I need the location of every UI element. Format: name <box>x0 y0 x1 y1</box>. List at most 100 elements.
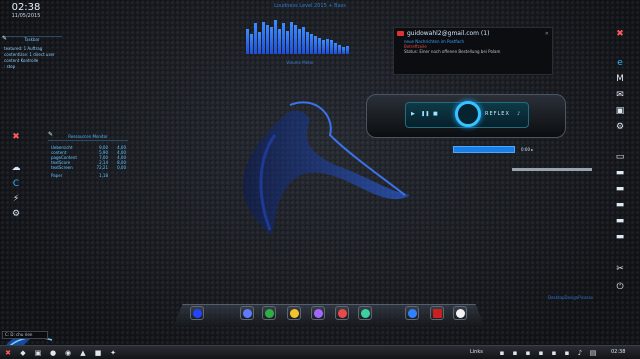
tray-icon[interactable]: ▪ <box>497 348 507 357</box>
red-app-icon[interactable] <box>430 306 444 320</box>
pin-icon[interactable]: ✎ <box>2 35 8 42</box>
folder-icon[interactable]: ▬ <box>613 230 627 244</box>
tray-icon[interactable]: ▪ <box>562 348 572 357</box>
visualizer-bar <box>290 22 293 54</box>
ie-icon[interactable]: e <box>613 56 627 70</box>
photo-icon[interactable]: ▣ <box>613 104 627 118</box>
note-line: : step <box>4 64 16 69</box>
visualizer-bar <box>270 27 273 54</box>
visualizer-bar <box>298 29 301 54</box>
mail-account[interactable]: guidowahl2@gmail.com (1) <box>407 30 489 37</box>
taskbar-app-icon[interactable]: ◉ <box>63 348 73 357</box>
visualizer-bar <box>310 34 313 54</box>
player-brand: REFLEX <box>485 111 510 117</box>
links-toolbar[interactable]: Links <box>470 349 483 355</box>
cloud-icon[interactable] <box>405 306 419 320</box>
taskbar-app-icon[interactable]: ● <box>48 348 58 357</box>
play-icon[interactable]: ▶ <box>411 111 415 117</box>
blue-orb-icon[interactable] <box>190 306 204 320</box>
folder-icon[interactable] <box>287 306 301 320</box>
visualizer-bar <box>322 40 325 54</box>
start-button[interactable]: ✖ <box>3 348 13 357</box>
gmail-icon <box>397 31 404 36</box>
visualizer-bar <box>250 34 253 54</box>
tray-icon[interactable]: ▪ <box>510 348 520 357</box>
pause-icon[interactable]: ❚❚ <box>421 111 429 117</box>
taskbar-time[interactable]: 02:38 <box>611 349 625 355</box>
visualizer-bar <box>266 25 269 54</box>
desktop-clock: 02:38 11/05/2015 <box>4 2 48 19</box>
visualizer-subtitle: Volume Meter <box>286 60 314 65</box>
cloud-icon[interactable]: ☁ <box>9 161 23 175</box>
monitor-icon[interactable]: ▭ <box>613 150 627 164</box>
stats-title: Ressourcen Monitor <box>48 134 128 141</box>
visualizer-bar <box>302 27 305 54</box>
stats-row: textScreen 72,21 0,00 <box>51 165 126 170</box>
volume-icon[interactable]: ♪ <box>517 111 520 117</box>
gmail-icon[interactable]: M <box>613 72 627 86</box>
playback-progress[interactable] <box>453 146 515 153</box>
taskbar-app-icon[interactable]: ◆ <box>18 348 28 357</box>
folder-icon[interactable]: ▬ <box>613 166 627 180</box>
clock-time: 02:38 <box>11 2 41 13</box>
visualizer-bar <box>330 40 333 54</box>
visualizer-bar <box>274 20 277 54</box>
app-icon[interactable] <box>358 306 372 320</box>
tray-icon[interactable]: ▪ <box>523 348 533 357</box>
c-circle-icon[interactable]: C <box>9 177 23 191</box>
stop-icon[interactable]: ■ <box>433 111 438 117</box>
taskbar-app-icon[interactable]: ✦ <box>108 348 118 357</box>
folder-icon[interactable]: ▬ <box>613 198 627 212</box>
visualizer-bar <box>286 31 289 54</box>
tray-icon[interactable]: ▪ <box>549 348 559 357</box>
drive-search-box[interactable]: C: D: chu rien <box>2 331 48 339</box>
watermark-text: DesktopDesignPicasso <box>548 295 594 300</box>
visualizer-bar <box>342 47 345 54</box>
divider <box>512 168 592 171</box>
volume-icon[interactable]: ♪ <box>575 348 585 357</box>
visualizer-bar <box>282 23 285 54</box>
mail-icon[interactable]: ✉ <box>613 88 627 102</box>
lightning-icon[interactable]: ⚡ <box>9 192 23 206</box>
panda-icon[interactable] <box>453 306 467 320</box>
task-note-panel: Taskbar textured: 1 Auftrag contentUse: … <box>2 36 62 76</box>
app-icon[interactable] <box>335 306 349 320</box>
play-ring-button[interactable] <box>455 101 481 127</box>
stats-footer: Paper 1,18 <box>51 173 108 178</box>
audio-visualizer <box>246 18 350 54</box>
clock-icon[interactable] <box>240 306 254 320</box>
close-icon[interactable]: ✕ <box>545 31 549 37</box>
tray-icon[interactable]: ▪ <box>536 348 546 357</box>
taskbar-app-icon[interactable]: ■ <box>93 348 103 357</box>
visualizer-bar <box>258 32 261 54</box>
visualizer-bar <box>262 22 265 54</box>
taskbar-app-icon[interactable]: ▣ <box>33 348 43 357</box>
folder-icon[interactable]: ▬ <box>613 182 627 196</box>
folder-icon[interactable]: ▬ <box>613 214 627 228</box>
orb-icon[interactable]: ✖ <box>613 27 627 41</box>
visualizer-bar <box>306 32 309 54</box>
visualizer-bar <box>246 29 249 54</box>
settings-icon[interactable]: ⚙ <box>9 207 23 221</box>
visualizer-bar <box>294 25 297 54</box>
visualizer-bar <box>278 29 281 54</box>
gmail-notifier-panel[interactable]: guidowahl2@gmail.com (1) ✕ neue Nachrich… <box>393 27 553 75</box>
taskbar-app-icon[interactable]: ▲ <box>78 348 88 357</box>
media-player-skin[interactable]: ▶ ❚❚ ■ REFLEX ♪ <box>366 94 566 138</box>
visualizer-bar <box>346 46 349 54</box>
power-icon[interactable]: ⏻ <box>613 280 627 294</box>
orb-start-icon[interactable]: ✖ <box>9 130 23 144</box>
visualizer-bar <box>314 36 317 54</box>
visualizer-bar <box>334 43 337 54</box>
visualizer-bar <box>318 38 321 54</box>
chrome-icon[interactable] <box>262 306 276 320</box>
visualizer-bar <box>326 39 329 54</box>
tools-icon[interactable]: ✂ <box>613 262 627 276</box>
network-icon[interactable]: ▤ <box>588 348 598 357</box>
visualizer-title: Loudness Level 2015 + Bass <box>274 3 346 9</box>
visualizer-bar <box>254 23 257 54</box>
settings-icon[interactable]: ⚙ <box>613 120 627 134</box>
note-panel-header: Taskbar <box>24 37 40 42</box>
media-icon[interactable] <box>311 306 325 320</box>
resource-stats-panel: Ressourcen Monitor Uebersicht 9,00 4,00 co… <box>48 134 128 178</box>
